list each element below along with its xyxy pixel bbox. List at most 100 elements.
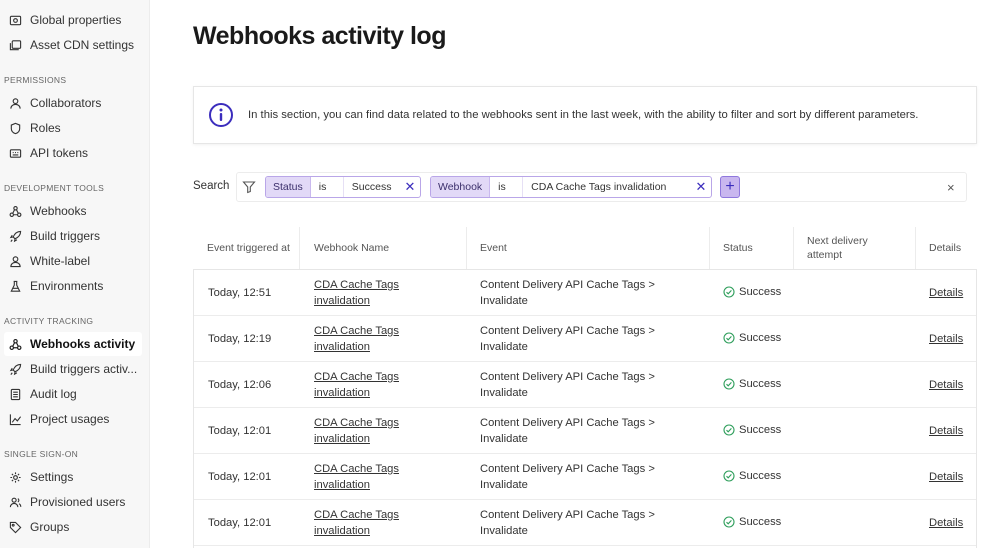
column-divider [793, 227, 794, 269]
sidebar-item-label: Asset CDN settings [30, 38, 135, 52]
webhook-name-link[interactable]: CDA Cache Tags [314, 323, 399, 339]
status-text: Success [739, 424, 782, 436]
webhook-name-link[interactable]: invalidation [314, 385, 370, 401]
sidebar-item-audit-log[interactable]: Audit log [4, 382, 142, 406]
sidebar-item-build-triggers-activity[interactable]: Build triggers activ... [4, 357, 142, 381]
webhook-name-link[interactable]: invalidation [314, 339, 370, 355]
webhook-name-link[interactable]: CDA Cache Tags [314, 507, 399, 523]
event-time: Today, 12:19 [208, 333, 272, 345]
event-name: Content Delivery API Cache Tags > [480, 279, 655, 291]
sidebar-item-label: White-label [30, 254, 91, 268]
filter-key[interactable]: Webhook [431, 177, 491, 197]
sidebar-item-webhooks-activity[interactable]: Webhooks activity [4, 332, 142, 356]
images-icon [8, 38, 22, 52]
sidebar-item-roles[interactable]: Roles [4, 116, 142, 140]
close-icon[interactable]: ✕ [691, 177, 711, 197]
sidebar-item-sso-settings[interactable]: Settings [4, 465, 142, 489]
users-icon [8, 495, 22, 509]
close-icon[interactable]: ✕ [400, 177, 420, 197]
sidebar-item-build-triggers[interactable]: Build triggers [4, 224, 142, 248]
check-circle-icon [723, 332, 735, 344]
column-header-event-triggered[interactable]: Event triggered at [207, 227, 295, 269]
sidebar-item-provisioned-users[interactable]: Provisioned users [4, 490, 142, 514]
table-row: Today, 12:01 CDA Cache Tags invalidation… [194, 408, 976, 454]
sidebar-section-development-tools: DEVELOPMENT TOOLS [4, 183, 105, 193]
filter-icon[interactable] [242, 180, 256, 194]
webhook-name-link[interactable]: invalidation [314, 293, 370, 309]
sidebar-item-label: Audit log [30, 387, 77, 401]
check-circle-icon [723, 424, 735, 436]
event-name: Invalidate [480, 295, 528, 307]
sidebar-item-label: Build triggers activ... [30, 362, 138, 376]
sidebar-item-webhooks[interactable]: Webhooks [4, 199, 142, 223]
sidebar-item-api-tokens[interactable]: API tokens [4, 141, 142, 165]
webhook-name-link[interactable]: CDA Cache Tags [314, 461, 399, 477]
sidebar-item-label: Project usages [30, 412, 110, 426]
details-link[interactable]: Details [929, 331, 963, 347]
event-name: Content Delivery API Cache Tags > [480, 371, 655, 383]
sidebar-item-label: Webhooks activity [30, 337, 136, 351]
webhook-name-link[interactable]: CDA Cache Tags [314, 277, 399, 293]
details-link[interactable]: Details [929, 423, 963, 439]
webhook-name-link[interactable]: invalidation [314, 477, 370, 493]
webhook-icon [8, 337, 22, 351]
user-icon [8, 96, 22, 110]
filter-key[interactable]: Status [266, 177, 311, 197]
webhook-icon [8, 204, 22, 218]
chart-icon [8, 412, 22, 426]
column-header-status[interactable]: Status [723, 227, 793, 269]
status-text: Success [739, 516, 782, 528]
sidebar-item-project-usages[interactable]: Project usages [4, 407, 142, 431]
status-badge: Success [723, 514, 781, 530]
column-header-webhook-name[interactable]: Webhook Name [314, 227, 454, 269]
status-badge: Success [723, 330, 781, 346]
sidebar-item-label: Webhooks [30, 204, 87, 218]
webhook-name-link[interactable]: invalidation [314, 431, 370, 447]
add-filter-button[interactable]: + [720, 176, 740, 198]
sidebar: Global properties Asset CDN settings PER… [0, 0, 150, 548]
rocket-icon [8, 362, 22, 376]
sidebar-section-activity-tracking: ACTIVITY TRACKING [4, 316, 94, 326]
table-row: Today, 12:01 CDA Cache Tags invalidation… [194, 500, 976, 546]
event-name: Invalidate [480, 341, 528, 353]
sidebar-item-label: Settings [30, 470, 74, 484]
webhook-name-link[interactable]: CDA Cache Tags [314, 369, 399, 385]
page-title: Webhooks activity log [193, 22, 446, 50]
event-name: Content Delivery API Cache Tags > [480, 417, 655, 429]
details-link[interactable]: Details [929, 469, 963, 485]
sidebar-item-groups[interactable]: Groups [4, 515, 142, 539]
details-link[interactable]: Details [929, 285, 963, 301]
filter-value[interactable]: CDA Cache Tags invalidation [523, 177, 691, 197]
sidebar-item-label: Provisioned users [30, 495, 126, 509]
filter-operator[interactable]: is [311, 177, 344, 197]
sidebar-item-environments[interactable]: Environments [4, 274, 142, 298]
sidebar-item-collaborators[interactable]: Collaborators [4, 91, 142, 115]
event-name: Invalidate [480, 433, 528, 445]
filter-chip-webhook[interactable]: Webhook is CDA Cache Tags invalidation ✕ [430, 176, 712, 198]
filter-chip-status[interactable]: Status is Success ✕ [265, 176, 421, 198]
sidebar-item-global-properties[interactable]: Global properties [4, 8, 142, 32]
clear-filters-button[interactable]: × [947, 180, 955, 195]
details-link[interactable]: Details [929, 377, 963, 393]
sidebar-item-label: Groups [30, 520, 70, 534]
table-row: Today, 12:01 CDA Cache Tags invalidation… [194, 454, 976, 500]
status-text: Success [739, 332, 782, 344]
sidebar-item-white-label[interactable]: White-label [4, 249, 142, 273]
filter-value[interactable]: Success [344, 177, 400, 197]
event-time: Today, 12:01 [208, 425, 272, 437]
table-row: Today, 12:19 CDA Cache Tags invalidation… [194, 316, 976, 362]
column-header-event[interactable]: Event [480, 227, 680, 269]
details-link[interactable]: Details [929, 515, 963, 531]
webhook-name-link[interactable]: CDA Cache Tags [314, 415, 399, 431]
rocket-icon [8, 229, 22, 243]
folder-gear-icon [8, 13, 22, 27]
webhook-name-link[interactable]: invalidation [314, 523, 370, 539]
event-name: Invalidate [480, 525, 528, 537]
search-label: Search [193, 180, 230, 192]
user-tag-icon [8, 254, 22, 268]
filter-operator[interactable]: is [490, 177, 524, 197]
sidebar-item-asset-cdn-settings[interactable]: Asset CDN settings [4, 33, 142, 57]
column-header-next-delivery[interactable]: Next delivery attempt [807, 227, 897, 269]
status-badge: Success [723, 376, 781, 392]
flask-icon [8, 279, 22, 293]
